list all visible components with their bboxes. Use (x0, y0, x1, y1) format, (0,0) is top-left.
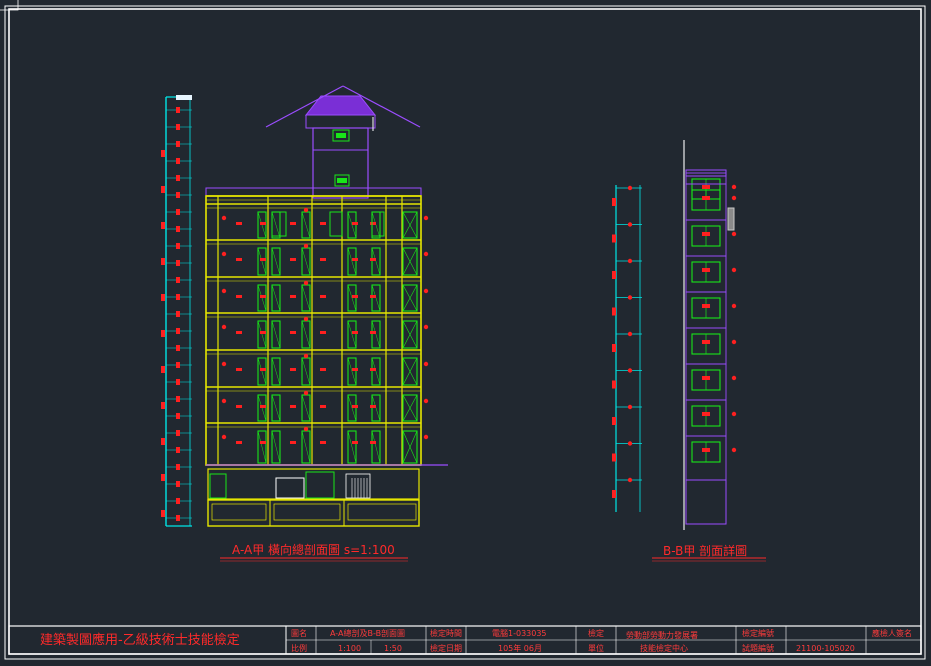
tb-r1-label3: 檢定 (588, 628, 604, 638)
inner-frame (8, 8, 922, 655)
cad-drawing-canvas: A-A甲 橫向總剖面圖 s=1:100 B-B甲 剖面詳圖 建築製圖應用-乙級技… (0, 0, 926, 660)
tb-r1-label4: 檢定編號 (742, 628, 774, 638)
title-block-main-title: 建築製圖應用-乙級技術士技能檢定 (40, 632, 240, 648)
tb-r2-value4: 21100-105020 (796, 644, 855, 653)
section-a-title: A-A甲 橫向總剖面圖 s=1:100 (232, 542, 395, 557)
section-b-dimension-line (612, 185, 642, 512)
section-a-dimension-line (161, 95, 192, 527)
tb-r2-value2: 105年 06月 (498, 643, 542, 653)
section-b-building (683, 140, 737, 530)
tb-r2-value1b: 1:50 (384, 644, 402, 653)
section-a-building (205, 195, 429, 527)
section-a-roof (205, 85, 422, 199)
title-block: 建築製圖應用-乙級技術士技能檢定 圖名 A-A總剖及B-B剖面圖 檢定時間 電腦… (8, 625, 922, 655)
tb-r2-value1a: 1:100 (338, 644, 361, 653)
tb-r2-value3b: 技能檢定中心 (640, 643, 688, 653)
tb-r1-label2: 檢定時間 (430, 628, 462, 638)
tb-r2-label1: 比例 (291, 643, 307, 653)
tb-r1-label5: 應檢人簽名 (872, 628, 912, 638)
tb-r2-label2: 檢定日期 (430, 643, 462, 653)
tb-r1-label1: 圖名 (291, 628, 307, 638)
tb-r2-label3: 單位 (588, 643, 604, 653)
section-b-b: B-B甲 剖面詳圖 (612, 140, 766, 562)
tb-r1-value2: 電腦1-033035 (492, 628, 547, 638)
section-a-a: A-A甲 橫向總剖面圖 s=1:100 (161, 85, 448, 562)
tb-r1-value3a: 勞動部勞動力發展署 (626, 630, 698, 640)
outer-frame (4, 5, 926, 660)
section-b-title: B-B甲 剖面詳圖 (663, 543, 747, 558)
tb-r1-value1: A-A總剖及B-B剖面圖 (330, 628, 405, 638)
tb-r2-label4: 試題編號 (742, 643, 774, 653)
